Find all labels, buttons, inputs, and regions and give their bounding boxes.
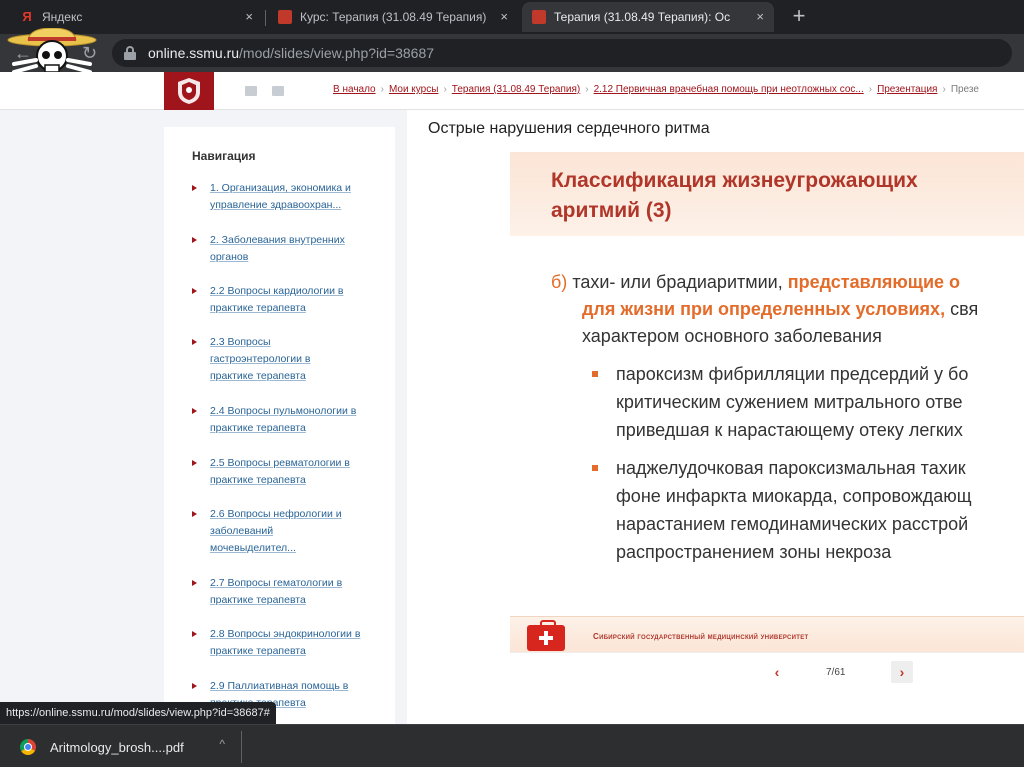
tab-course[interactable]: Курс: Терапия (31.08.49 Терапия) ×: [268, 2, 518, 32]
bullet-arrow-icon: [192, 631, 197, 637]
previous-slide-button[interactable]: ‹: [768, 663, 786, 681]
mail-icon[interactable]: [245, 86, 257, 96]
slide-pager: ‹ 7/61 ›: [510, 652, 1024, 696]
bullet-arrow-icon: [192, 408, 197, 414]
breadcrumb-my-courses[interactable]: Мои курсы: [389, 84, 439, 95]
breadcrumb-section[interactable]: 2.12 Первичная врачебная помощь при неот…: [594, 84, 864, 95]
nav-item[interactable]: 2.6 Вопросы нефрологии и заболеваний моч…: [192, 506, 382, 557]
nav-item[interactable]: 2.5 Вопросы ревматологии в практике тера…: [192, 455, 382, 489]
close-tab-icon[interactable]: ×: [245, 9, 253, 24]
main-content: Острые нарушения сердечного ритма Класси…: [407, 110, 1024, 724]
bullet-arrow-icon: [192, 683, 197, 689]
nav-item[interactable]: 2.7 Вопросы гематологии в практике терап…: [192, 575, 382, 609]
browser-tab-strip: Я Яндекс × Курс: Терапия (31.08.49 Терап…: [0, 0, 1024, 34]
nav-item[interactable]: 2.4 Вопросы пульмонологии в практике тер…: [192, 403, 382, 437]
bullet-arrow-icon: [192, 237, 197, 243]
ssmu-logo[interactable]: [164, 72, 214, 110]
page-title: Острые нарушения сердечного ритма: [428, 120, 710, 137]
bullet-arrow-icon: [192, 288, 197, 294]
slide-bullet-line: наджелудочковая пароксизмальная тахик: [592, 455, 966, 481]
slide-bullet-line: распространением зоны некроза: [616, 542, 892, 562]
slide-bullet-line: критическим сужением митрального отве: [616, 392, 963, 412]
lock-icon: [124, 46, 136, 60]
bullet-arrow-icon: [192, 185, 197, 191]
list-marker: б): [551, 272, 568, 292]
site-header: В начало › Мои курсы › Терапия (31.08.49 Тер…: [0, 72, 1024, 110]
yandex-favicon-icon: Я: [22, 9, 32, 24]
nav-item[interactable]: 2.3 Вопросы гастроэнтерологии в практике…: [192, 334, 382, 385]
breadcrumb-course[interactable]: Терапия (31.08.49 Терапия): [452, 84, 580, 95]
breadcrumb-home[interactable]: В начало: [333, 84, 376, 95]
bullet-arrow-icon: [192, 580, 197, 586]
url-path: /mod/slides/view.php?id=38687: [239, 45, 435, 61]
tab-title: Терапия (31.08.49 Терапия): Ос: [554, 10, 731, 24]
slide-header: Классификация жизнеугрожающих аритмий (3…: [510, 152, 1024, 236]
address-bar[interactable]: online.ssmu.ru/mod/slides/view.php?id=38…: [112, 39, 1012, 67]
bullet-square-icon: [592, 465, 598, 471]
slide-heading: Классификация жизнеугрожающих аритмий (3…: [551, 169, 918, 222]
ssmu-favicon-icon: [278, 10, 292, 24]
first-aid-kit-icon: [527, 620, 565, 651]
nav-item[interactable]: 1. Организация, экономика и управление з…: [192, 180, 382, 214]
slide-bullet-line: пароксизм фибрилляции предсердий у бо: [592, 361, 968, 387]
bullet-arrow-icon: [192, 511, 197, 517]
web-page: В начало › Мои курсы › Терапия (31.08.49 Тер…: [0, 72, 1024, 724]
nav-item[interactable]: 2. Заболевания внутренних органов: [192, 232, 382, 266]
slide-body: б) тахи- или брадиаритмии, представляющи…: [510, 236, 1024, 616]
breadcrumb: В начало › Мои курсы › Терапия (31.08.49 Тер…: [333, 84, 979, 95]
pirate-skull-icon: [7, 28, 97, 74]
tab-divider: [265, 10, 266, 26]
calendar-icon[interactable]: [272, 86, 284, 96]
downloads-bar: Aritmology_brosh....pdf ^: [0, 724, 1024, 767]
university-name: Сибирский государственный медицинский ун…: [593, 632, 809, 641]
tab-title: Курс: Терапия (31.08.49 Терапия): [300, 10, 487, 24]
coat-of-arms-icon: [178, 78, 200, 104]
slide-counter: 7/61: [826, 667, 846, 678]
slide-line: б) тахи- или брадиаритмии, представляющи…: [551, 272, 961, 292]
breadcrumb-current: Презе: [950, 84, 979, 95]
navigation-title: Навигация: [192, 149, 256, 163]
navigation-block: Навигация 1. Организация, экономика и уп…: [164, 127, 395, 724]
slide-bullet-line: нарастанием гемодинамических расстрой: [616, 514, 969, 534]
nav-item[interactable]: 2.8 Вопросы эндокринологии в практике те…: [192, 626, 382, 660]
slide-line: характером основного заболевания: [582, 326, 882, 346]
chevron-up-icon[interactable]: ^: [219, 737, 225, 751]
bullet-arrow-icon: [192, 460, 197, 466]
slide-line: для жизни при определенных условиях, свя: [582, 299, 979, 319]
close-tab-icon[interactable]: ×: [756, 9, 764, 24]
status-bar-url: https://online.ssmu.ru/mod/slides/view.p…: [0, 702, 276, 724]
download-item[interactable]: Aritmology_brosh....pdf ^: [10, 731, 242, 763]
browser-toolbar: ← ↻ online.ssmu.ru/mod/slides/view.php?i…: [0, 34, 1024, 72]
bullet-arrow-icon: [192, 339, 197, 345]
slide-bullet-line: приведшая к нарастающему отеку легких: [616, 420, 963, 440]
chrome-icon: [20, 739, 36, 755]
slide-viewer: Классификация жизнеугрожающих аритмий (3…: [510, 152, 1024, 696]
tab-therapy-active[interactable]: Терапия (31.08.49 Терапия): Ос ×: [522, 2, 774, 32]
tab-title: Яндекс: [42, 10, 83, 24]
close-tab-icon[interactable]: ×: [500, 9, 508, 24]
breadcrumb-presentation[interactable]: Презентация: [877, 84, 937, 95]
ssmu-favicon-icon: [532, 10, 546, 24]
slide-bullet-line: фоне инфаркта миокарда, сопровождающ: [616, 486, 972, 506]
nav-item[interactable]: 2.2 Вопросы кардиологии в практике терап…: [192, 283, 382, 317]
download-filename: Aritmology_brosh....pdf: [50, 739, 184, 755]
next-slide-button[interactable]: ›: [891, 661, 913, 683]
url-host: online.ssmu.ru: [148, 45, 240, 61]
slide-footer: Сибирский государственный медицинский ун…: [510, 616, 1024, 652]
new-tab-button[interactable]: +: [786, 4, 812, 30]
bullet-square-icon: [592, 371, 598, 377]
